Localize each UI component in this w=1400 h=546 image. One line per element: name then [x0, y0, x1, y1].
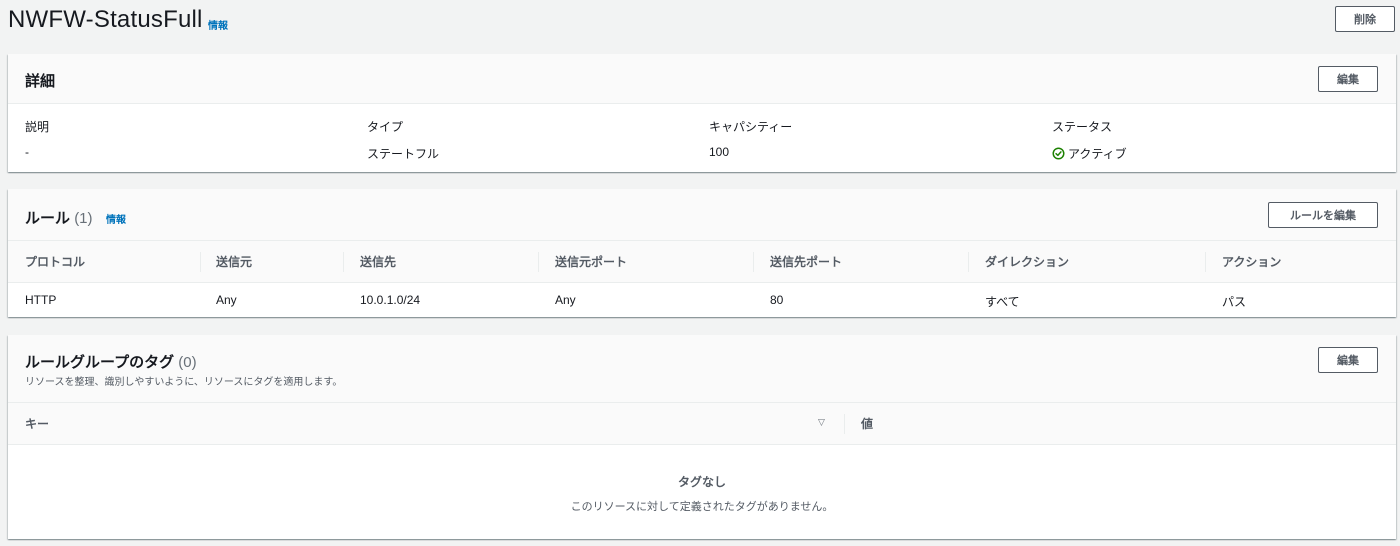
tags-card: ルールグループのタグ (0) リソースを整理、識別しやすいように、リソースにタグ… [8, 335, 1396, 539]
column-divider[interactable] [343, 252, 344, 272]
field-value: 100 [709, 145, 730, 159]
rules-title-text: ルール [25, 210, 71, 227]
field-capacity: キャパシティー 100 [709, 118, 792, 159]
details-card: 詳細 編集 説明 - タイプ ステートフル キャパシティー 100 ステータス … [8, 54, 1396, 172]
field-label: キャパシティー [709, 120, 793, 134]
field-label: ステータス [1052, 120, 1113, 134]
edit-rules-button[interactable]: ルールを編集 [1268, 202, 1378, 228]
status-text: アクティブ [1068, 147, 1127, 161]
tags-title-text: ルールグループのタグ [25, 354, 175, 371]
column-header-action[interactable]: アクション [1222, 241, 1281, 283]
field-description: 説明 - [25, 118, 49, 159]
column-header-value[interactable]: 値 [861, 403, 873, 445]
cell-source-port: Any [555, 293, 576, 307]
column-divider[interactable] [1205, 252, 1206, 272]
column-header-destination[interactable]: 送信先 [360, 241, 396, 283]
title-info-link[interactable]: 情報 [208, 17, 228, 32]
rules-count: (1) [74, 210, 93, 227]
page-title: NWFW-StatusFull [8, 6, 203, 33]
column-divider[interactable] [538, 252, 539, 272]
tags-header: ルールグループのタグ (0) リソースを整理、識別しやすいように、リソースにタグ… [8, 335, 1396, 403]
field-value: ステートフル [367, 147, 440, 161]
field-type: タイプ ステートフル [367, 118, 439, 162]
column-header-destination-port[interactable]: 送信先ポート [770, 241, 842, 283]
field-label: 説明 [25, 120, 50, 134]
rules-table-header: プロトコル 送信元 送信先 送信元ポート 送信先ポート ダイレクション アクショ… [8, 241, 1396, 283]
details-edit-button[interactable]: 編集 [1318, 66, 1378, 92]
column-header-protocol[interactable]: プロトコル [25, 241, 85, 283]
column-header-source-port[interactable]: 送信元ポート [555, 241, 627, 283]
tags-title: ルールグループのタグ (0) [25, 351, 197, 372]
cell-source: Any [216, 293, 237, 307]
details-header: 詳細 編集 [8, 54, 1396, 104]
cell-destination: 10.0.1.0/24 [360, 293, 421, 307]
column-header-source[interactable]: 送信元 [216, 241, 252, 283]
rules-title: ルール (1) [25, 207, 93, 228]
column-divider[interactable] [200, 252, 201, 272]
cell-protocol: HTTP [25, 293, 57, 307]
tags-count: (0) [178, 354, 197, 371]
tags-edit-button[interactable]: 編集 [1318, 347, 1378, 373]
column-divider[interactable] [844, 414, 845, 434]
cell-destination-port: 80 [770, 293, 784, 307]
cell-direction: すべて [985, 295, 1020, 309]
cell-action: パス [1222, 295, 1247, 309]
empty-state-description: このリソースに対して定義されたタグがありません。 [570, 501, 834, 513]
sort-down-icon[interactable]: ▽ [818, 417, 830, 429]
field-value: - [25, 145, 29, 159]
check-circle-icon [1052, 147, 1065, 160]
rules-info-link[interactable]: 情報 [106, 211, 126, 226]
field-label: タイプ [367, 120, 404, 134]
delete-button[interactable]: 削除 [1335, 6, 1395, 32]
page-header: NWFW-StatusFull 情報 削除 [8, 0, 1396, 44]
empty-state-title: タグなし [677, 475, 726, 489]
details-title: 詳細 [25, 73, 56, 90]
column-divider[interactable] [968, 252, 969, 272]
status-badge: アクティブ [1052, 145, 1127, 162]
tags-description: リソースを整理、識別しやすいように、リソースにタグを適用します。 [25, 377, 343, 388]
column-header-key[interactable]: キー [25, 403, 49, 445]
rules-header: ルール (1) 情報 ルールを編集 [8, 189, 1396, 241]
column-header-direction[interactable]: ダイレクション [985, 241, 1069, 283]
column-divider[interactable] [753, 252, 754, 272]
field-status: ステータス アクティブ [1052, 118, 1127, 162]
rules-card: ルール (1) 情報 ルールを編集 プロトコル 送信元 送信先 送信元ポート 送… [8, 189, 1396, 317]
tags-table-header: キー ▽ 値 [8, 403, 1396, 445]
